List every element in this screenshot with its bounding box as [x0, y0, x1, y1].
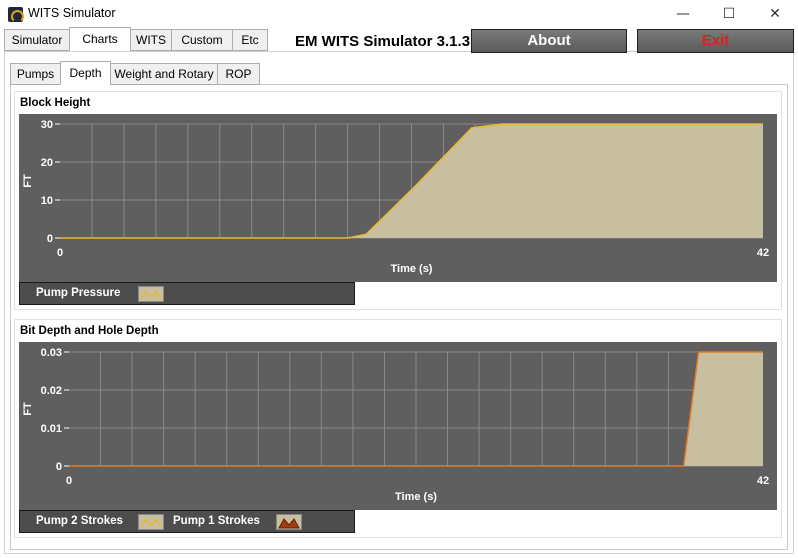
exit-button[interactable]: Exit — [637, 29, 794, 53]
tab-etc[interactable]: Etc — [232, 29, 268, 51]
close-button[interactable]: ✕ — [752, 0, 798, 28]
legend-swatch-pump-2-strokes[interactable] — [138, 514, 164, 530]
x-axis-label: Time (s) — [391, 263, 433, 275]
tab-wits[interactable]: WITS — [130, 29, 172, 51]
y-tick-label: 30 — [41, 119, 53, 131]
y-tick-label: 10 — [41, 195, 53, 207]
x-tick-label: 0 — [66, 475, 72, 487]
subtab-weight-and-rotary[interactable]: Weight and Rotary — [110, 63, 218, 85]
about-button[interactable]: About — [471, 29, 627, 53]
legend-label-pump-pressure: Pump Pressure — [36, 287, 121, 299]
y-tick-label: 0 — [47, 233, 53, 245]
y-tick-label: 20 — [41, 157, 53, 169]
minimize-icon: — — [676, 6, 690, 22]
subtab-depth[interactable]: Depth — [60, 61, 111, 85]
chart-legend: Pump 2 Strokes Pump 1 Strokes — [19, 510, 355, 533]
legend-swatch-pump-1-strokes[interactable] — [276, 514, 302, 530]
y-tick-label: 0.03 — [41, 347, 62, 359]
app-icon — [8, 7, 24, 23]
x-axis-label: Time (s) — [395, 491, 437, 503]
maximize-button[interactable]: ☐ — [706, 0, 752, 28]
y-tick-label: 0.02 — [41, 385, 62, 397]
x-tick-label: 0 — [57, 247, 63, 259]
legend-swatch-pump-pressure[interactable] — [138, 286, 164, 302]
y-tick-label: 0 — [56, 461, 62, 473]
close-icon: ✕ — [769, 6, 781, 22]
tab-simulator[interactable]: Simulator — [4, 29, 70, 51]
subtab-rop[interactable]: ROP — [217, 63, 260, 85]
chart-title: Block Height — [20, 97, 91, 109]
y-axis-label: FT — [22, 174, 34, 188]
plot-background — [19, 342, 777, 510]
tab-charts[interactable]: Charts — [69, 27, 131, 51]
y-tick-label: 0.01 — [41, 423, 62, 435]
tab-custom[interactable]: Custom — [171, 29, 233, 51]
block-height-chart: 0 10 20 30 0 42 Time (s) FT — [19, 114, 777, 282]
app-title: EM WITS Simulator 3.1.3 — [295, 33, 471, 50]
subtab-pumps[interactable]: Pumps — [10, 63, 61, 85]
legend-label-pump-1-strokes: Pump 1 Strokes — [173, 515, 260, 527]
maximize-icon: ☐ — [722, 6, 736, 22]
x-tick-label: 42 — [757, 247, 769, 259]
legend-label-pump-2-strokes: Pump 2 Strokes — [36, 515, 123, 527]
minimize-button[interactable]: — — [660, 0, 706, 28]
bit-depth-chart: 0 0.01 0.02 0.03 0 42 Time (s) FT — [19, 342, 777, 510]
window-title: WITS Simulator — [28, 6, 116, 20]
chart-title: Bit Depth and Hole Depth — [20, 325, 159, 337]
y-axis-label: FT — [22, 402, 34, 416]
x-tick-label: 42 — [757, 475, 769, 487]
chart-legend: Pump Pressure — [19, 282, 355, 305]
title-bar: WITS Simulator — ☐ ✕ — [0, 0, 798, 28]
bit-depth-chart-group: Bit Depth and Hole Depth 0 0.01 0.02 0.03 0 4… — [14, 319, 782, 538]
block-height-chart-group: Block Height 0 10 20 30 0 42 Time (s) FT Pump P… — [14, 91, 782, 310]
